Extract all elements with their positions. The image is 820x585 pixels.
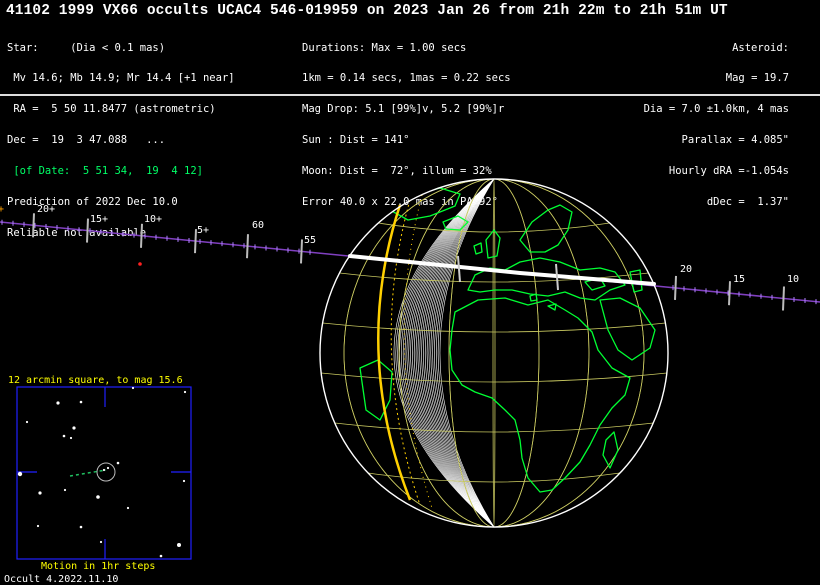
track-label: 5+ xyxy=(197,225,209,236)
track-label: 10 xyxy=(787,274,799,285)
track-label: 55 xyxy=(304,235,316,246)
graticule xyxy=(321,179,667,527)
field-star xyxy=(69,436,73,440)
track-major-tick xyxy=(782,286,785,311)
sardinia-coast xyxy=(529,293,538,302)
track-major-tick xyxy=(140,223,143,248)
field-star xyxy=(25,420,29,424)
night-limb-shading xyxy=(393,179,495,527)
field-star xyxy=(131,386,135,390)
parallel xyxy=(322,322,666,333)
track-major-tick xyxy=(246,234,249,259)
track-label: 15+ xyxy=(90,214,108,225)
field-star xyxy=(183,390,187,394)
field-star xyxy=(182,479,186,483)
track-major-tick xyxy=(194,229,197,254)
track-label: 10+ xyxy=(144,214,162,225)
africa-coast xyxy=(449,297,631,493)
field-star xyxy=(62,434,66,438)
track-label: 60 xyxy=(252,220,264,231)
track-major-tick xyxy=(86,218,89,243)
field-stars xyxy=(17,386,187,558)
star-chart-inset xyxy=(16,386,192,560)
field-star xyxy=(79,525,83,529)
track-major-tick xyxy=(728,281,731,306)
parallel xyxy=(334,422,654,433)
field-star xyxy=(36,524,40,528)
inset-caption: Motion in 1hr steps xyxy=(41,561,156,572)
track-label: 20 xyxy=(680,264,692,275)
track-label: 15 xyxy=(733,274,745,285)
field-star xyxy=(72,426,76,430)
field-star xyxy=(159,554,163,558)
field-star xyxy=(102,468,106,472)
field-star xyxy=(79,400,83,404)
target-star-circle xyxy=(96,462,116,482)
track-offscreen-marker: + xyxy=(0,204,4,215)
meridian xyxy=(398,179,590,527)
field-star xyxy=(116,461,120,465)
earth-globe xyxy=(319,178,669,528)
meridian xyxy=(343,179,645,527)
occultation-map: + 20+ 15+ 10+ 5+ 60 55 20 15 10 xyxy=(0,178,820,560)
track-major-tick xyxy=(674,275,677,300)
track-major-tick xyxy=(300,239,303,264)
path-tick xyxy=(555,263,559,291)
field-star xyxy=(106,466,110,470)
meridian xyxy=(398,179,590,527)
globe-limb xyxy=(319,178,669,528)
field-star xyxy=(63,488,67,492)
south-america-coast xyxy=(359,359,393,421)
field-star xyxy=(177,543,181,547)
field-star xyxy=(96,495,100,499)
parallel xyxy=(367,472,621,483)
arabia-coast xyxy=(599,297,656,361)
track-label: 20+ xyxy=(37,204,55,215)
meridian xyxy=(343,179,645,527)
inset-frame xyxy=(16,386,192,560)
asteroid-motion-line xyxy=(69,469,107,477)
coastlines xyxy=(359,187,656,493)
target-marker xyxy=(138,262,142,266)
sicily-coast xyxy=(547,303,557,311)
software-version: Occult 4.2022.11.10 xyxy=(4,574,119,585)
field-star xyxy=(126,506,130,510)
field-star xyxy=(99,540,103,544)
field-star xyxy=(38,491,42,495)
field-star xyxy=(56,401,60,405)
inset-title: 12 arcmin square, to mag 15.6 xyxy=(8,375,183,386)
field-star xyxy=(17,471,23,477)
ireland-coast xyxy=(473,242,483,255)
path-tick xyxy=(457,255,461,283)
parallel xyxy=(321,372,667,383)
track-major-tick xyxy=(32,213,35,238)
